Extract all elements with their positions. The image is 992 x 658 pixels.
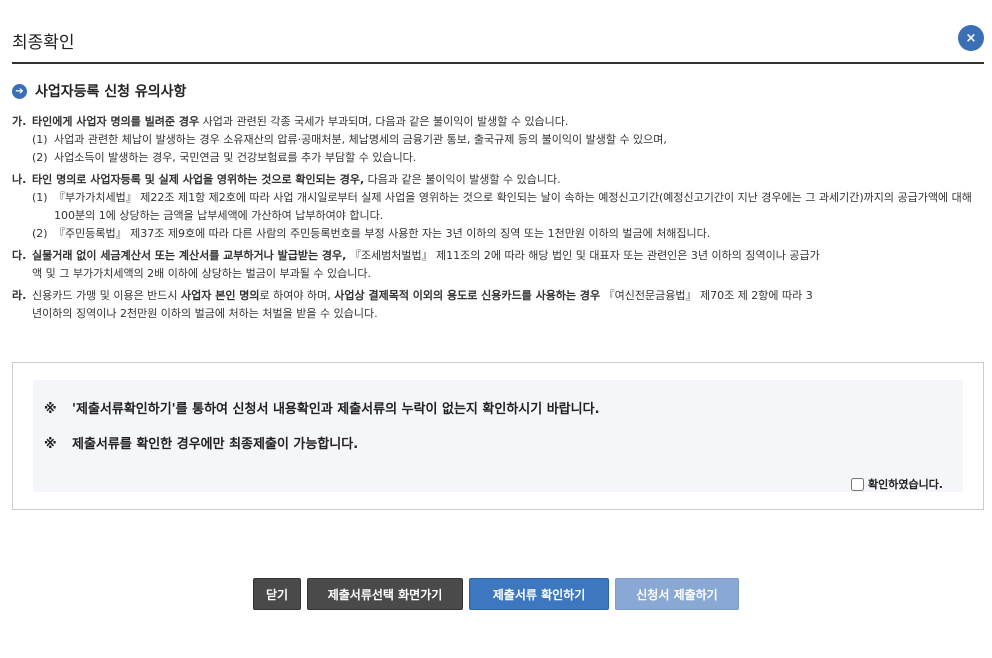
notice-subitem: (2) 『주민등록법』 제37조 제9호에 따라 다른 사람의 주민등록번호를 … bbox=[32, 227, 711, 240]
button-bar: 닫기 제출서류선택 화면가기 제출서류 확인하기 신청서 제출하기 bbox=[0, 578, 992, 610]
dialog-header: 최종확인 × bbox=[12, 22, 984, 64]
arrow-right-icon: ➔ bbox=[12, 83, 27, 99]
confirm-message-2: ※ 제출서류를 확인한 경우에만 최종제출이 가능합니다. bbox=[44, 437, 359, 452]
notice-subitem: (1) 사업과 관련한 체납이 발생하는 경우 소유재산의 압류·공매처분, 체… bbox=[32, 133, 667, 146]
section-title: 사업자등록 신청 유의사항 bbox=[35, 84, 187, 100]
notice-bold: 사업자 본인 명의 bbox=[181, 289, 260, 302]
section-header: ➔ 사업자등록 신청 유의사항 bbox=[12, 80, 186, 102]
confirm-message-1: ※ '제출서류확인하기'를 통하여 신청서 내용확인과 제출서류의 누락이 없는지… bbox=[44, 402, 600, 417]
check-docs-button[interactable]: 제출서류 확인하기 bbox=[469, 578, 609, 610]
confirm-panel: ※ '제출서류확인하기'를 통하여 신청서 내용확인과 제출서류의 누락이 없는지… bbox=[33, 380, 963, 492]
notice-ga: 가. 타인에게 사업자 명의를 빌려준 경우 사업과 관련된 각종 국세가 부과… bbox=[12, 113, 984, 167]
close-icon[interactable]: × bbox=[958, 25, 984, 51]
notice-bold: 타인에게 사업자 명의를 빌려준 경우 bbox=[32, 115, 200, 128]
notice-text: 다음과 같은 불이익이 발생할 수 있습니다. bbox=[364, 173, 561, 186]
notice-bold: 사업상 결제목적 이외의 용도로 신용카드를 사용하는 경우 bbox=[334, 289, 601, 302]
notice-na: 나. 타인 명의로 사업자등록 및 실제 사업을 영위하는 것으로 확인되는 경… bbox=[12, 171, 984, 243]
notice-text: 사업과 관련된 각종 국세가 부과되며, 다음과 같은 불이익이 발생할 수 있… bbox=[199, 115, 569, 128]
reference-mark: ※ bbox=[44, 437, 57, 452]
notice-ra: 라. 신용카드 가맹 및 이용은 반드시 사업자 본인 명의로 하여야 하며, … bbox=[12, 287, 984, 323]
close-button[interactable]: 닫기 bbox=[253, 578, 301, 610]
confirm-checkbox-label: 확인하였습니다. bbox=[867, 478, 943, 491]
reference-mark: ※ bbox=[44, 402, 57, 417]
submit-application-button[interactable]: 신청서 제출하기 bbox=[615, 578, 739, 610]
notice-continuation: 액 및 그 부가가치세액의 2배 이하에 상당하는 벌금이 부과될 수 있습니다… bbox=[32, 267, 371, 280]
notice-letter: 라. bbox=[12, 289, 27, 302]
go-select-docs-button[interactable]: 제출서류선택 화면가기 bbox=[307, 578, 463, 610]
dialog-title: 최종확인 bbox=[12, 33, 75, 53]
confirm-checkbox[interactable] bbox=[850, 477, 864, 491]
notice-subitem: (1) 『부가가치세법』 제22조 제1항 제2호에 따라 사업 개시일로부터 … bbox=[32, 191, 972, 222]
notice-letter: 다. bbox=[12, 249, 27, 262]
confirm-box: ※ '제출서류확인하기'를 통하여 신청서 내용확인과 제출서류의 누락이 없는지… bbox=[12, 362, 984, 510]
confirm-checkbox-row[interactable]: 확인하였습니다. bbox=[850, 476, 943, 492]
notice-subitem: (2) 사업소득이 발생하는 경우, 국민연금 및 건강보험료를 추가 부담할 … bbox=[32, 151, 417, 164]
notice-bold: 실물거래 없이 세금계산서 또는 계산서를 교부하거나 발급받는 경우, bbox=[32, 249, 347, 262]
notice-continuation: 년이하의 징역이나 2천만원 이하의 벌금에 처하는 처벌을 받을 수 있습니다… bbox=[32, 307, 378, 320]
notice-list: 가. 타인에게 사업자 명의를 빌려준 경우 사업과 관련된 각종 국세가 부과… bbox=[12, 113, 984, 327]
notice-text: 『조세범처벌법』 제11조의 2에 따라 해당 법인 및 대표자 또는 관련인은… bbox=[346, 249, 820, 262]
notice-letter: 가. bbox=[12, 115, 27, 128]
notice-da: 다. 실물거래 없이 세금계산서 또는 계산서를 교부하거나 발급받는 경우, … bbox=[12, 247, 984, 283]
notice-bold: 타인 명의로 사업자등록 및 실제 사업을 영위하는 것으로 확인되는 경우, bbox=[32, 173, 365, 186]
notice-letter: 나. bbox=[12, 173, 27, 186]
